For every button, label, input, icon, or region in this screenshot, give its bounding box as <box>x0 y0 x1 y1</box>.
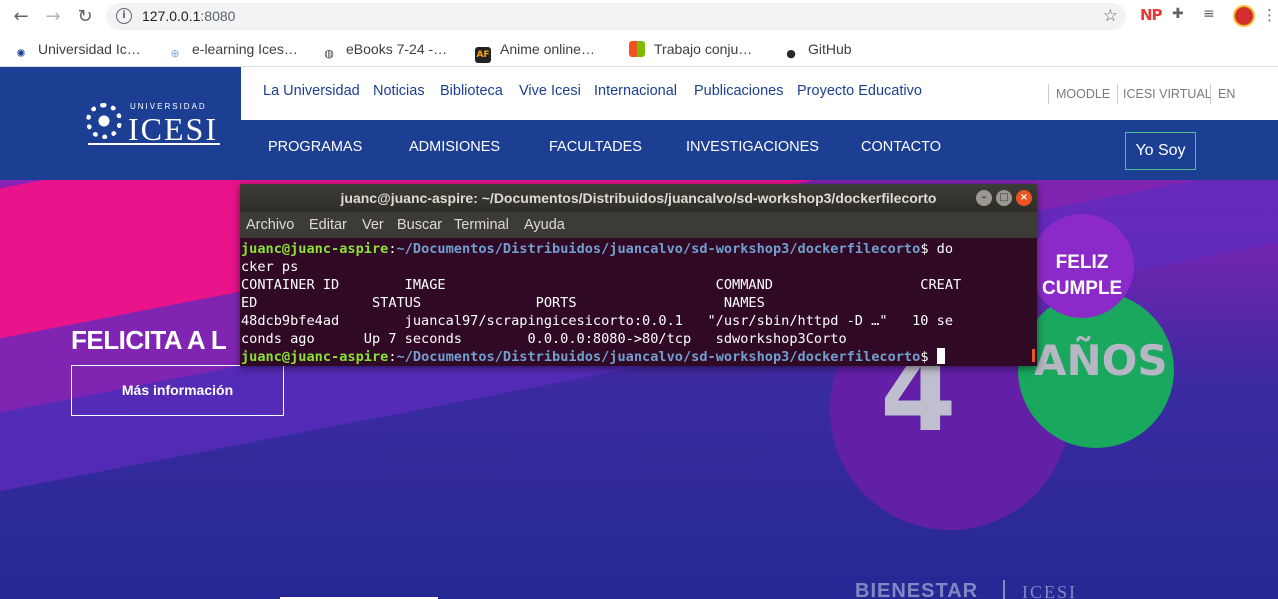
bookmark-universidad[interactable]: ✺ Universidad Ic… <box>13 41 141 62</box>
extensions-puzzle-icon[interactable]: ✚ <box>1172 6 1184 22</box>
url-text[interactable]: 127.0.0.1:8080 <box>142 8 235 24</box>
nav-proyecto-educativo[interactable]: Proyecto Educativo <box>797 83 922 99</box>
cumple-text: CUMPLE <box>1042 278 1123 299</box>
reload-icon[interactable]: ↻ <box>72 4 98 30</box>
prompt-user: juanc@juanc-aspire <box>241 349 389 365</box>
menu-archivo[interactable]: Archivo <box>246 217 294 233</box>
nav-noticias[interactable]: Noticias <box>373 83 425 99</box>
prompt-symbol: $ <box>920 349 937 365</box>
icesi-footer-logo: ICESI <box>1022 582 1077 599</box>
site-logo[interactable]: UNIVERSIDAD ICESI <box>0 67 241 180</box>
elearning-icon: ⊕ <box>170 47 180 60</box>
nav-la-universidad[interactable]: La Universidad <box>263 83 360 99</box>
mas-informacion-button[interactable]: Más información <box>71 365 284 416</box>
icesi-wheel-logo-icon <box>86 103 122 139</box>
bookmark-anime[interactable]: AF Anime online… <box>475 41 595 63</box>
nav-investigaciones[interactable]: INVESTIGACIONES <box>686 139 819 155</box>
menu-editar[interactable]: Editar <box>309 217 347 233</box>
command-wrap: cker ps <box>241 259 299 275</box>
util-language-en[interactable]: EN <box>1218 87 1235 101</box>
terminal-menubar: Archivo Editar Ver Buscar Terminal Ayuda <box>240 212 1037 238</box>
site-info-icon[interactable]: i <box>116 8 132 24</box>
bienestar-logo: BIENESTAR <box>855 580 979 599</box>
nav-contacto[interactable]: CONTACTO <box>861 139 941 155</box>
output-row-2: conds ago Up 7 seconds 0.0.0.0:8080->80/… <box>241 331 847 347</box>
output-header-1: CONTAINER ID IMAGE COMMAND CREAT <box>241 277 962 293</box>
divider <box>1210 84 1211 104</box>
media-queue-icon[interactable]: ≡ <box>1203 6 1215 22</box>
terminal-output[interactable]: juanc@juanc-aspire:~/Documentos/Distribu… <box>240 238 1037 366</box>
nav-vive-icesi[interactable]: Vive Icesi <box>519 83 581 99</box>
nav-biblioteca[interactable]: Biblioteca <box>440 83 503 99</box>
terminal-title: juanc@juanc-aspire: ~/Documentos/Distrib… <box>340 190 937 206</box>
url-port: :8080 <box>200 8 236 24</box>
browser-toolbar: ← → ↻ i 127.0.0.1:8080 ☆ NP ✚ ≡ ⋮ <box>0 0 1278 33</box>
icesi-wheel-icon: ✺ <box>16 47 26 60</box>
logo-underline <box>88 143 220 145</box>
util-moodle[interactable]: MOODLE <box>1056 87 1110 101</box>
bookmark-star-icon[interactable]: ☆ <box>1103 6 1118 26</box>
bookmark-elearning[interactable]: ⊕ e-learning Ices… <box>167 41 298 62</box>
divider <box>1117 84 1118 104</box>
divider <box>1003 580 1005 599</box>
feliz-cumple-text: FELIZ CUMPLE <box>1042 250 1122 302</box>
address-bar[interactable]: i 127.0.0.1:8080 ☆ <box>106 3 1126 30</box>
bookmark-label: e-learning Ices… <box>192 41 298 57</box>
top-navigation: La Universidad Noticias Biblioteca Vive … <box>241 67 1278 120</box>
microsoft-icon <box>629 41 645 57</box>
prompt-path: ~/Documentos/Distribuidos/juancalvo/sd-w… <box>396 349 921 365</box>
resize-marker <box>1032 349 1035 362</box>
bookmark-label: GitHub <box>808 41 852 57</box>
menu-terminal[interactable]: Terminal <box>454 217 509 233</box>
forward-icon[interactable]: → <box>40 4 66 30</box>
nav-internacional[interactable]: Internacional <box>594 83 677 99</box>
nav-programas[interactable]: PROGRAMAS <box>268 139 362 155</box>
prompt-path: ~/Documentos/Distribuidos/juancalvo/sd-w… <box>396 241 921 257</box>
anos-text: AÑOS <box>1034 336 1168 385</box>
minimize-icon[interactable]: – <box>976 190 992 206</box>
browser-menu-icon[interactable]: ⋮ <box>1262 6 1277 24</box>
bookmark-label: Anime online… <box>500 41 595 57</box>
logo-subtitle: UNIVERSIDAD <box>130 102 207 111</box>
maximize-icon[interactable]: □ <box>996 190 1012 206</box>
profile-avatar[interactable] <box>1233 5 1255 27</box>
bookmarks-bar: ✺ Universidad Ic… ⊕ e-learning Ices… ◍ eBoo… <box>0 33 1278 67</box>
nav-publicaciones[interactable]: Publicaciones <box>694 83 783 99</box>
nav-admisiones[interactable]: ADMISIONES <box>409 139 500 155</box>
divider <box>1048 84 1049 104</box>
terminal-cursor <box>936 348 945 364</box>
github-icon: ● <box>786 47 796 60</box>
close-icon[interactable]: × <box>1016 190 1032 206</box>
main-navigation: PROGRAMAS ADMISIONES FACULTADES INVESTIG… <box>241 120 1278 180</box>
menu-buscar[interactable]: Buscar <box>397 217 442 233</box>
output-header-2: ED STATUS PORTS NAMES <box>241 295 765 311</box>
animeflv-icon: AF <box>475 47 491 63</box>
back-icon[interactable]: ← <box>8 4 34 30</box>
url-host: 127.0.0.1 <box>142 8 201 24</box>
bookmark-label: Trabajo conju… <box>654 41 753 57</box>
globe-icon: ◍ <box>324 47 334 60</box>
bookmark-github[interactable]: ● GitHub <box>783 41 852 62</box>
command-text: $ do <box>920 241 954 257</box>
menu-ver[interactable]: Ver <box>362 217 384 233</box>
output-row-1: 48dcb9bfe4ad juancal97/scrapingicesicort… <box>241 313 954 329</box>
bookmark-trabajo[interactable]: Trabajo conju… <box>629 41 752 57</box>
terminal-titlebar[interactable]: juanc@juanc-aspire: ~/Documentos/Distrib… <box>240 184 1037 212</box>
util-icesi-virtual[interactable]: ICESI VIRTUAL <box>1123 87 1212 101</box>
hero-title: FELICITA A L <box>71 325 227 355</box>
bookmark-label: Universidad Ic… <box>38 41 141 57</box>
yo-soy-button[interactable]: Yo Soy <box>1125 132 1196 170</box>
prompt-user: juanc@juanc-aspire <box>241 241 389 257</box>
bookmark-ebooks[interactable]: ◍ eBooks 7-24 -… <box>321 41 447 62</box>
nav-facultades[interactable]: FACULTADES <box>549 139 642 155</box>
bookmark-label: eBooks 7-24 -… <box>346 41 448 57</box>
menu-ayuda[interactable]: Ayuda <box>524 217 565 233</box>
feliz-text: FELIZ <box>1055 252 1109 273</box>
terminal-window[interactable]: juanc@juanc-aspire: ~/Documentos/Distrib… <box>240 184 1037 366</box>
np-extension-icon[interactable]: NP <box>1140 6 1163 24</box>
